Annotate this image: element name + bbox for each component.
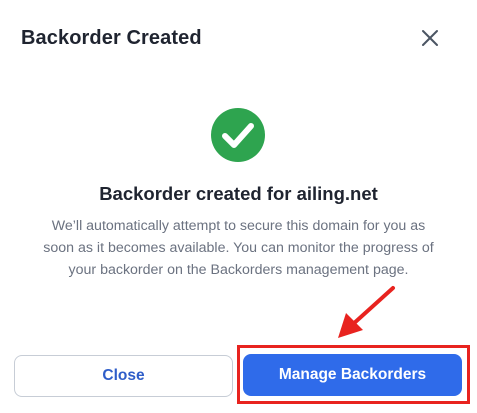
check-circle-icon: [211, 108, 265, 162]
header-divider: [0, 79, 477, 80]
backorder-created-dialog: Backorder Created Backorder created for …: [0, 0, 477, 413]
close-icon[interactable]: [418, 26, 442, 50]
close-button[interactable]: Close: [14, 355, 233, 397]
success-heading: Backorder created for ailing.net: [99, 183, 378, 204]
success-message: We’ll automatically attempt to secure th…: [43, 218, 434, 278]
annotation-highlight-box: [237, 345, 470, 404]
dialog-title: Backorder Created: [21, 27, 202, 49]
red-arrow-icon: [338, 286, 395, 338]
